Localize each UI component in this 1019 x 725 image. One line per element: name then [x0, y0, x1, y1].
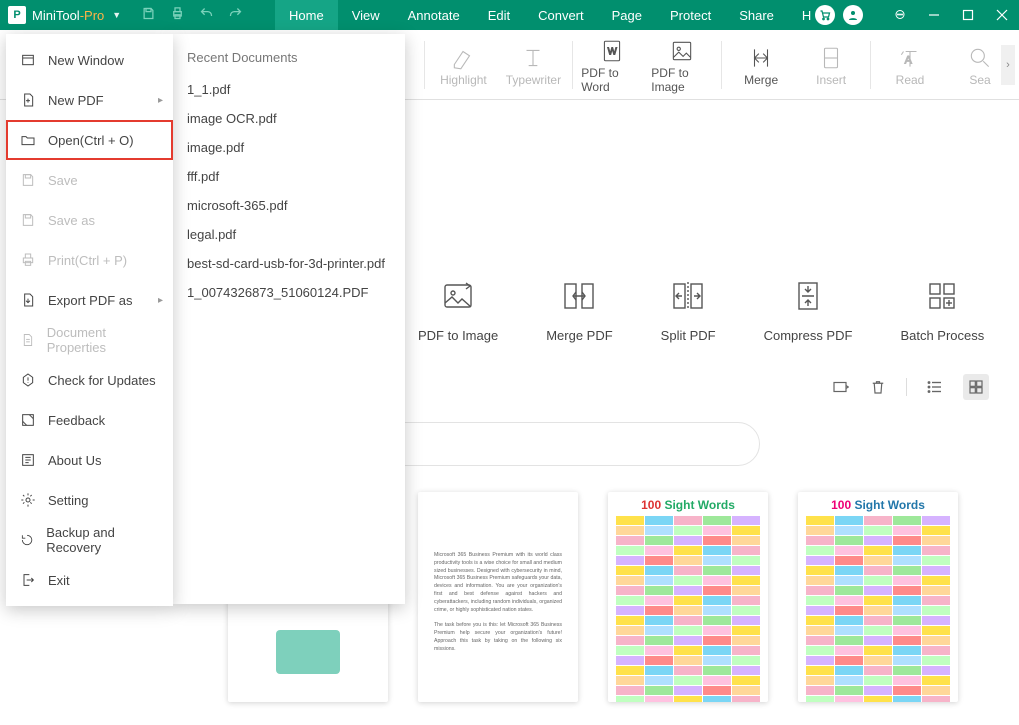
tab-edit[interactable]: Edit	[474, 0, 524, 30]
tool-compress-pdf[interactable]: Compress PDF	[764, 278, 853, 343]
tab-share[interactable]: Share	[725, 0, 788, 30]
recent-item[interactable]: microsoft-365.pdf	[173, 191, 405, 220]
svg-text:A: A	[905, 54, 913, 66]
insert-icon	[818, 43, 844, 73]
merge-icon	[748, 43, 774, 73]
chevron-right-icon: ▸	[158, 95, 163, 106]
menu-exit[interactable]: Exit	[6, 560, 173, 600]
close-button[interactable]	[985, 0, 1019, 30]
app-logo-icon: P	[8, 6, 26, 24]
menu-setting[interactable]: Setting	[6, 480, 173, 520]
save-quick-icon[interactable]	[141, 6, 156, 24]
recent-item[interactable]: best-sd-card-usb-for-3d-printer.pdf	[173, 249, 405, 278]
tab-home[interactable]: Home	[275, 0, 338, 30]
scan-icon[interactable]	[830, 377, 850, 397]
list-view-icon[interactable]	[925, 377, 945, 397]
tab-convert[interactable]: Convert	[524, 0, 598, 30]
ribbon-pdf-to-word[interactable]: W PDF to Word	[581, 31, 643, 99]
app-menu-dropdown-icon[interactable]: ▼	[112, 10, 121, 20]
thumbnail-item[interactable]: 100 Sight Words	[798, 492, 958, 702]
menu-save-as: Save as	[6, 200, 173, 240]
typewriter-icon	[520, 43, 546, 73]
menu-save: Save	[6, 160, 173, 200]
view-toolbar	[830, 374, 989, 400]
read-icon: A	[897, 43, 923, 73]
file-menu: New Window New PDF▸ Open(Ctrl + O) Save …	[6, 34, 173, 606]
recent-item[interactable]: image OCR.pdf	[173, 104, 405, 133]
recent-item[interactable]: image.pdf	[173, 133, 405, 162]
ribbon-scroll-right-icon[interactable]: ›	[1001, 45, 1015, 85]
menu-backup-recovery[interactable]: Backup and Recovery	[6, 520, 173, 560]
app-title: MiniTool-Pro	[32, 8, 104, 23]
maximize-button[interactable]	[951, 0, 985, 30]
ribbon-merge[interactable]: Merge	[730, 31, 792, 99]
delete-icon[interactable]	[868, 377, 888, 397]
title-bar: P MiniTool-Pro ▼ Home View Annotate Edit…	[0, 0, 1019, 30]
pdf-to-image-icon	[669, 36, 695, 66]
svg-text:W: W	[608, 46, 618, 57]
menu-new-pdf[interactable]: New PDF▸	[6, 80, 173, 120]
account-icon[interactable]	[843, 5, 863, 25]
chevron-right-icon: ▸	[158, 295, 163, 306]
batch-process-icon	[924, 278, 960, 314]
menu-print: Print(Ctrl + P)	[6, 240, 173, 280]
tool-pdf-to-image[interactable]: PDF to Image	[418, 278, 498, 343]
tab-protect[interactable]: Protect	[656, 0, 725, 30]
pdf-to-image-icon	[440, 278, 476, 314]
menu-check-updates[interactable]: Check for Updates	[6, 360, 173, 400]
menu-about[interactable]: About Us	[6, 440, 173, 480]
menu-open[interactable]: Open(Ctrl + O)	[6, 120, 173, 160]
store-icon[interactable]	[815, 5, 835, 25]
menu-tabs: Home View Annotate Edit Convert Page Pro…	[275, 0, 835, 30]
recent-documents-header: Recent Documents	[173, 44, 405, 75]
menu-new-window[interactable]: New Window	[6, 40, 173, 80]
merge-pdf-icon	[561, 278, 597, 314]
recent-documents-panel: Recent Documents 1_1.pdf image OCR.pdf i…	[173, 34, 405, 604]
ribbon-typewriter[interactable]: Typewriter	[502, 31, 564, 99]
grid-view-icon[interactable]	[963, 374, 989, 400]
redo-quick-icon[interactable]	[228, 6, 243, 24]
menu-feedback[interactable]: Feedback	[6, 400, 173, 440]
ribbon-highlight[interactable]: Highlight	[432, 31, 494, 99]
tab-page[interactable]: Page	[598, 0, 656, 30]
tab-view[interactable]: View	[338, 0, 394, 30]
pdf-to-word-icon: W	[599, 36, 625, 66]
recent-item[interactable]: 1_1.pdf	[173, 75, 405, 104]
ribbon-read[interactable]: A Read	[879, 31, 941, 99]
split-pdf-icon	[670, 278, 706, 314]
menu-export-pdf[interactable]: Export PDF as▸	[6, 280, 173, 320]
tool-batch-process[interactable]: Batch Process	[900, 278, 984, 343]
highlight-icon	[450, 43, 476, 73]
print-quick-icon[interactable]	[170, 6, 185, 24]
quick-access-toolbar	[141, 6, 243, 24]
tool-split-pdf[interactable]: Split PDF	[661, 278, 716, 343]
recent-item[interactable]: 1_0074326873_51060124.PDF	[173, 278, 405, 307]
tool-merge-pdf[interactable]: Merge PDF	[546, 278, 612, 343]
menu-doc-properties: Document Properties	[6, 320, 173, 360]
ribbon-pdf-to-image[interactable]: PDF to Image	[651, 31, 713, 99]
search-icon	[967, 43, 993, 73]
compress-pdf-icon	[790, 278, 826, 314]
thumbnail-item[interactable]: 100 Sight Words	[608, 492, 768, 702]
tab-annotate[interactable]: Annotate	[394, 0, 474, 30]
recent-item[interactable]: fff.pdf	[173, 162, 405, 191]
minimize-button[interactable]	[917, 0, 951, 30]
feedback-bubble-icon[interactable]	[883, 0, 917, 30]
undo-quick-icon[interactable]	[199, 6, 214, 24]
recent-item[interactable]: legal.pdf	[173, 220, 405, 249]
ribbon-insert[interactable]: Insert	[800, 31, 862, 99]
thumbnail-item[interactable]: Microsoft 365 Business Premium with its …	[418, 492, 578, 702]
